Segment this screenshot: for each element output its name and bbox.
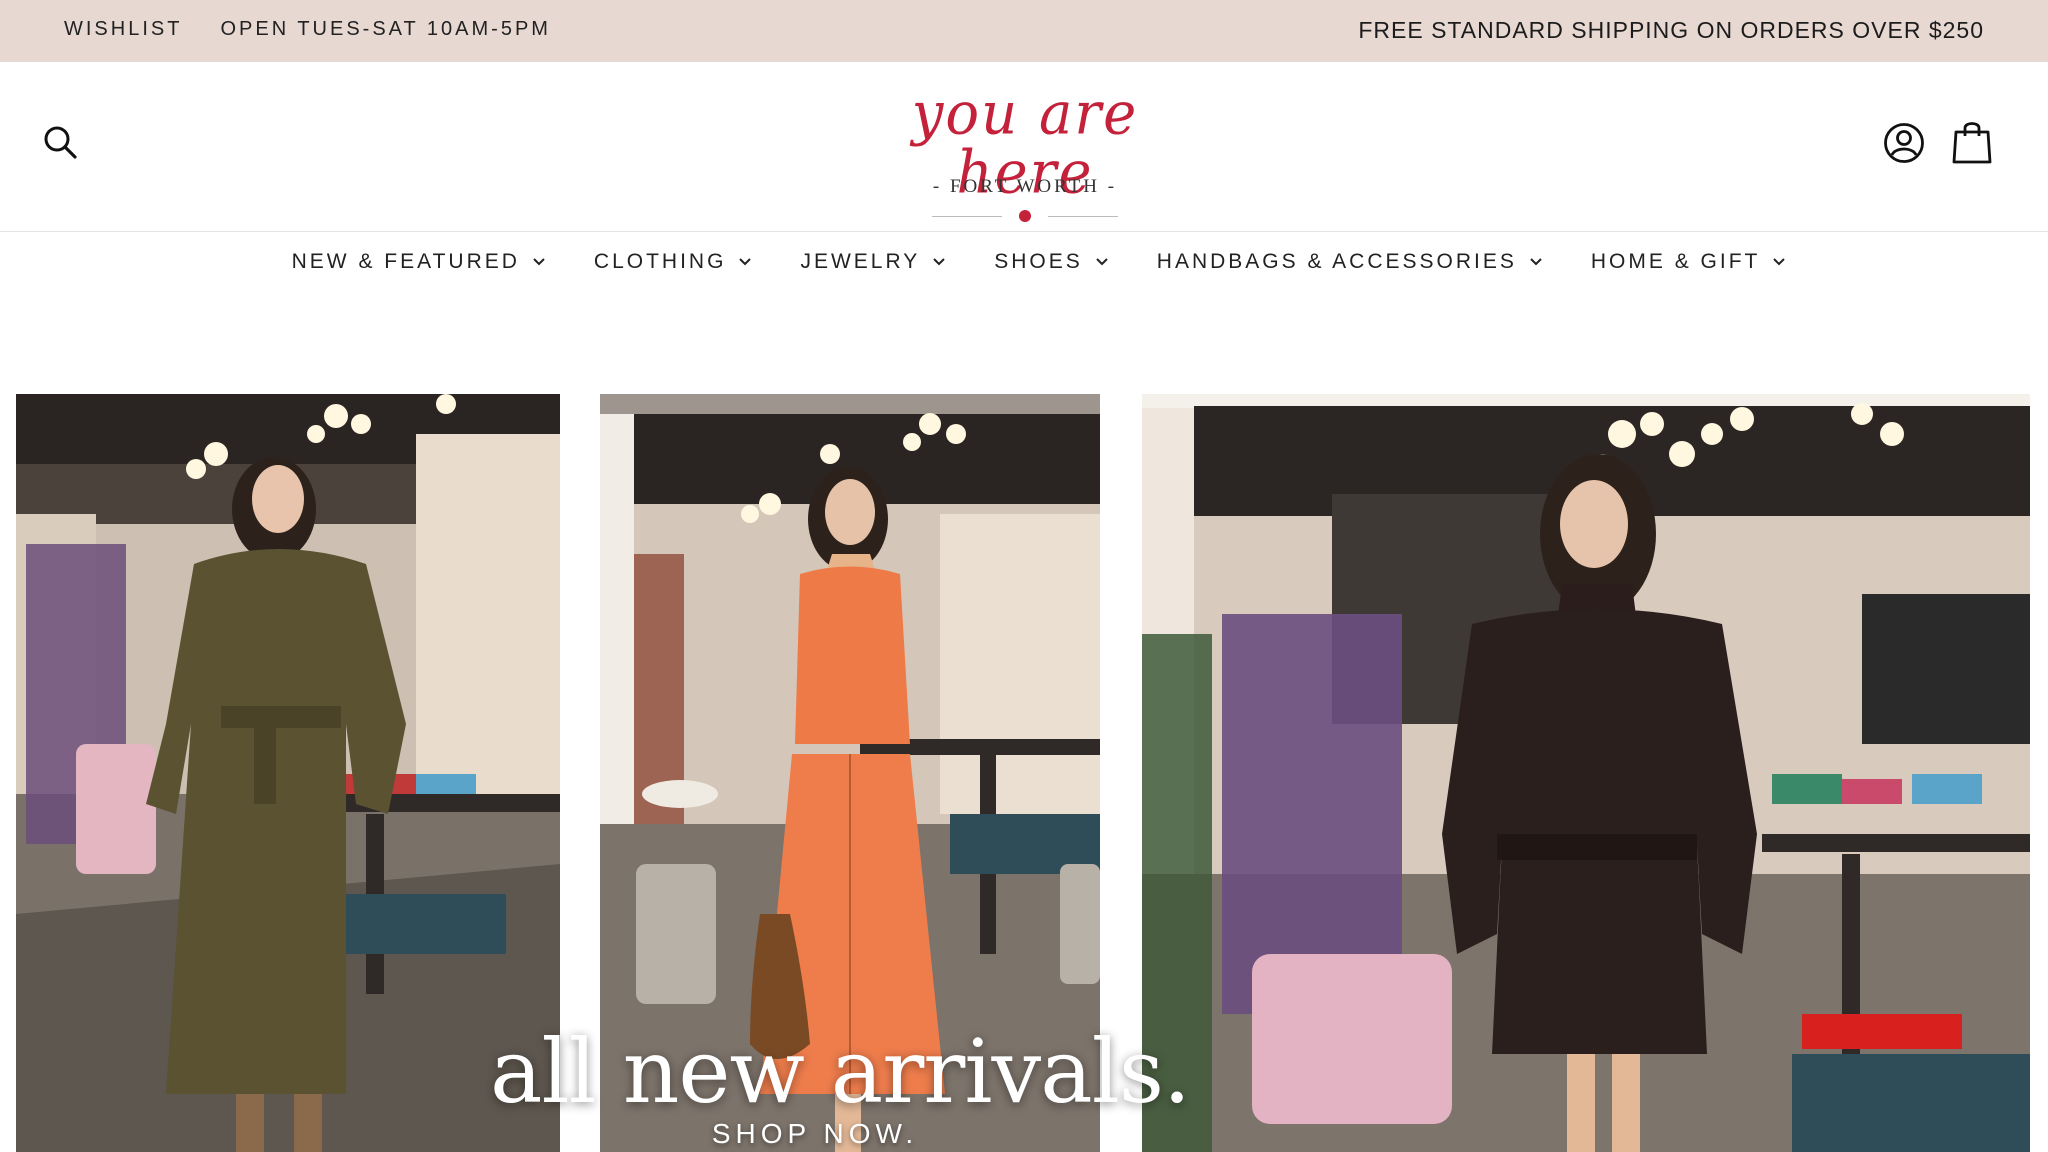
chevron-down-icon	[1773, 258, 1786, 266]
site-header: you are here - FORT WORTH -	[0, 62, 2048, 232]
main-nav: NEW & FEATURED CLOTHING JEWELRY SHOES HA…	[0, 232, 2048, 292]
hero-photo-olive-dress	[16, 394, 560, 1152]
nav-label: CLOTHING	[593, 250, 727, 273]
logo-location: - FORT WORTH -	[932, 176, 1118, 197]
shop-now-link[interactable]: SHOP NOW.	[640, 1118, 990, 1150]
chevron-down-icon	[1530, 258, 1542, 266]
chevron-down-icon	[533, 258, 545, 266]
chevron-down-icon	[933, 258, 945, 266]
logo-dot	[1019, 210, 1031, 222]
nav-item-jewelry[interactable]: JEWELRY	[800, 250, 946, 274]
nav-label: NEW & FEATURED	[291, 250, 520, 273]
announcement-bar: WISHLIST OPEN TUES-SAT 10AM-5PM FREE STA…	[0, 0, 2048, 62]
account-icon	[1884, 123, 1924, 163]
chevron-down-icon	[739, 258, 752, 266]
announcement-left: WISHLIST OPEN TUES-SAT 10AM-5PM	[64, 0, 551, 58]
hero-photo-black-dress	[1142, 394, 2030, 1152]
account-button[interactable]	[1882, 121, 1926, 165]
search-icon	[44, 126, 77, 159]
nav-label: HOME & GIFT	[1590, 250, 1761, 273]
hero-title: all new arrivals.	[490, 1020, 1191, 1123]
search-button[interactable]	[40, 122, 82, 164]
shipping-banner: FREE STANDARD SHIPPING ON ORDERS OVER $2…	[1358, 16, 1984, 43]
wishlist-link[interactable]: WISHLIST	[64, 18, 182, 41]
nav-label: JEWELRY	[800, 250, 921, 273]
site-logo[interactable]: you are here - FORT WORTH -	[860, 68, 1190, 228]
logo-rule-left	[932, 216, 1002, 217]
hero-banner[interactable]: all new arrivals. SHOP NOW.	[0, 394, 2048, 1152]
nav-item-clothing[interactable]: CLOTHING	[594, 250, 753, 274]
chevron-down-icon	[1096, 258, 1108, 266]
shopping-bag-icon	[1952, 122, 1992, 164]
nav-label: SHOES	[994, 250, 1083, 273]
logo-rule-right	[1048, 216, 1118, 217]
nav-item-shoes[interactable]: SHOES	[994, 250, 1109, 274]
nav-item-handbags-accessories[interactable]: HANDBAGS & ACCESSORIES	[1157, 250, 1543, 274]
nav-label: HANDBAGS & ACCESSORIES	[1156, 250, 1517, 273]
nav-item-new-featured[interactable]: NEW & FEATURED	[292, 250, 546, 274]
nav-item-home-gift[interactable]: HOME & GIFT	[1591, 250, 1787, 274]
cart-button[interactable]	[1952, 118, 1992, 166]
store-hours: OPEN TUES-SAT 10AM-5PM	[220, 17, 551, 40]
